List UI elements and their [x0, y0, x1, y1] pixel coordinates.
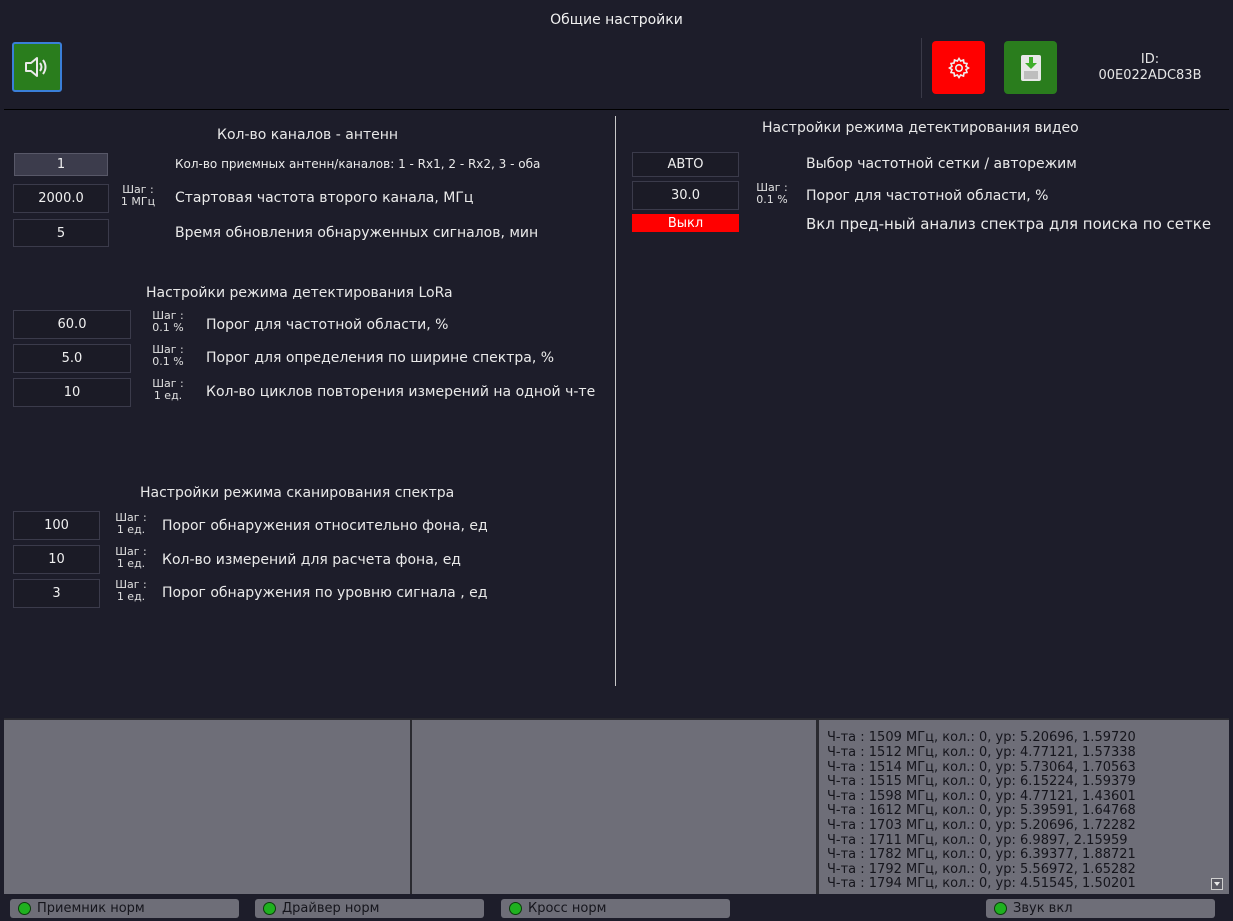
second-channel-start-freq-label: Стартовая частота второго канала, МГц [175, 190, 474, 206]
step-bottom: 1 ед. [116, 523, 146, 536]
log-line: Ч-та : 1512 МГц, кол.: 0, ур: 4.77121, 1… [827, 745, 1136, 761]
log-line: Ч-та : 1515 МГц, кол.: 0, ур: 6.15224, 1… [827, 774, 1136, 790]
status-indicator-icon [18, 902, 31, 915]
sound-toggle-button[interactable] [12, 42, 62, 92]
status-indicator-icon [263, 902, 276, 915]
detection-log-list: Ч-та : 1509 МГц, кол.: 0, ур: 5.20696, 1… [827, 731, 1136, 892]
video-pre-analysis-toggle[interactable]: Выкл [632, 214, 739, 232]
save-button[interactable] [1004, 41, 1057, 94]
video-freq-threshold-field[interactable]: 30.0 [632, 181, 739, 210]
settings-button[interactable] [932, 41, 985, 94]
bottom-panel-left [4, 718, 412, 894]
second-channel-start-freq-field[interactable]: 2000.0 [13, 184, 109, 213]
update-time-field[interactable]: 5 [13, 219, 109, 247]
scan-bg-threshold-step: Шаг : 1 ед. [108, 512, 154, 536]
scan-section-title: Настройки режима сканирования спектра [140, 485, 455, 501]
status-sound: Звук вкл [986, 899, 1215, 918]
video-grid-select-field[interactable]: АВТО [632, 152, 739, 177]
scan-bg-threshold-field[interactable]: 100 [13, 511, 100, 540]
log-line: Ч-та : 1711 МГц, кол.: 0, ур: 6.9897, 2.… [827, 832, 1128, 848]
log-line: Ч-та : 1703 МГц, кол.: 0, ур: 5.20696, 1… [827, 818, 1136, 834]
device-id: ID: 00E022ADC83B [1085, 52, 1215, 84]
log-line: Ч-та : 1514 МГц, кол.: 0, ур: 5.73064, 1… [827, 759, 1136, 775]
lora-cycles-label: Кол-во циклов повторения измерений на од… [206, 384, 596, 400]
scan-level-threshold-field[interactable]: 3 [13, 579, 100, 608]
update-time-label: Время обновления обнаруженных сигналов, … [175, 225, 539, 241]
step-bottom: 1 ед. [116, 590, 146, 603]
step-bottom: 1 ед. [116, 557, 146, 570]
lora-cycles-field[interactable]: 10 [13, 378, 131, 407]
scan-level-threshold-step: Шаг : 1 ед. [108, 579, 154, 603]
log-line: Ч-та : 1792 МГц, кол.: 0, ур: 5.56972, 1… [827, 861, 1136, 877]
status-indicator-icon [994, 902, 1007, 915]
step-bottom: 0.1 % [152, 321, 184, 334]
video-pre-analysis-label: Вкл пред-ный анализ спектра для поиска п… [806, 215, 1212, 233]
lora-width-threshold-field[interactable]: 5.0 [13, 344, 131, 373]
status-receiver: Приемник норм [10, 899, 239, 918]
status-label: Кросс норм [528, 901, 607, 916]
second-channel-step: Шаг : 1 МГц [118, 184, 158, 208]
step-bottom: 1 ед. [153, 389, 183, 402]
lora-width-threshold-label: Порог для определения по ширине спектра,… [206, 350, 555, 366]
video-freq-threshold-label: Порог для частотной области, % [806, 188, 1049, 204]
log-line: Ч-та : 1509 МГц, кол.: 0, ур: 5.20696, 1… [827, 730, 1136, 746]
device-id-label: ID: [1140, 52, 1160, 67]
scan-bg-measurements-label: Кол-во измерений для расчета фона, ед [162, 552, 461, 568]
log-line: Ч-та : 1782 МГц, кол.: 0, ур: 6.39377, 1… [827, 847, 1136, 863]
log-line: Ч-та : 1794 МГц, кол.: 0, ур: 4.51545, 1… [827, 876, 1136, 892]
scan-bg-threshold-label: Порог обнаружения относительно фона, ед [162, 518, 488, 534]
bottom-panel: Ч-та : 1509 МГц, кол.: 0, ур: 5.20696, 1… [4, 718, 1229, 894]
toolbar-divider [921, 38, 922, 98]
status-cross: Кросс норм [501, 899, 730, 918]
save-icon [1020, 54, 1041, 81]
column-divider [615, 116, 616, 686]
lora-freq-threshold-field[interactable]: 60.0 [13, 310, 131, 339]
antenna-count-label: Кол-во приемных антенн/каналов: 1 - Rx1,… [175, 157, 541, 171]
scan-level-threshold-label: Порог обнаружения по уровню сигнала , ед [162, 585, 488, 601]
status-label: Драйвер норм [282, 901, 380, 916]
header-divider [4, 109, 1229, 110]
scroll-down-button[interactable] [1211, 878, 1223, 890]
scan-bg-measurements-step: Шаг : 1 ед. [108, 546, 154, 570]
step-bottom: 0.1 % [756, 193, 788, 206]
gear-icon [947, 56, 970, 79]
lora-section-title: Настройки режима детектирования LoRa [146, 285, 453, 301]
status-driver: Драйвер норм [255, 899, 484, 918]
status-label: Звук вкл [1013, 901, 1073, 916]
antenna-count-field[interactable]: 1 [14, 153, 108, 176]
window-title: Общие настройки [550, 12, 683, 28]
lora-cycles-step: Шаг : 1 ед. [143, 378, 193, 402]
video-section-title: Настройки режима детектирования видео [762, 120, 1079, 136]
log-line: Ч-та : 1612 МГц, кол.: 0, ур: 5.39591, 1… [827, 803, 1136, 819]
detection-log-panel[interactable]: Ч-та : 1509 МГц, кол.: 0, ур: 5.20696, 1… [818, 718, 1229, 894]
video-freq-threshold-step: Шаг : 0.1 % [749, 182, 795, 206]
lora-freq-threshold-step: Шаг : 0.1 % [143, 310, 193, 334]
device-id-value: 00E022ADC83B [1098, 68, 1202, 83]
status-label: Приемник норм [37, 901, 145, 916]
video-grid-select-label: Выбор частотной сетки / авторежим [806, 156, 1077, 172]
speaker-icon [25, 57, 47, 77]
step-bottom: 0.1 % [152, 355, 184, 368]
bottom-panel-middle [412, 718, 818, 894]
scan-bg-measurements-field[interactable]: 10 [13, 545, 100, 574]
step-bottom: 1 МГц [120, 195, 156, 208]
status-indicator-icon [509, 902, 522, 915]
log-line: Ч-та : 1598 МГц, кол.: 0, ур: 4.77121, 1… [827, 788, 1136, 804]
lora-freq-threshold-label: Порог для частотной области, % [206, 317, 449, 333]
channels-section-title: Кол-во каналов - антенн [217, 127, 399, 143]
lora-width-threshold-step: Шаг : 0.1 % [143, 344, 193, 368]
